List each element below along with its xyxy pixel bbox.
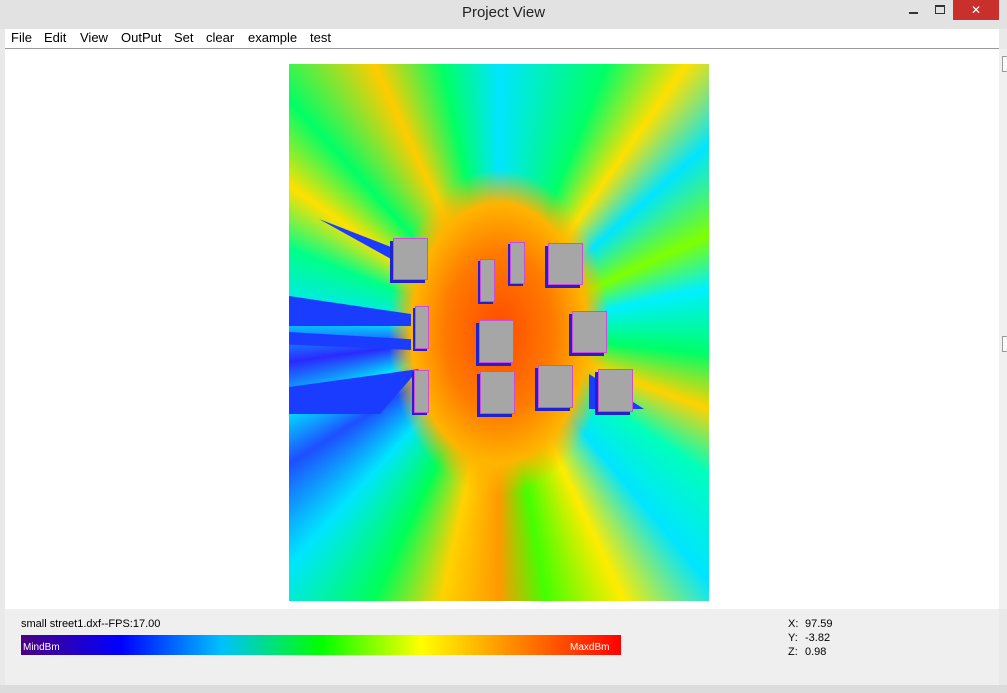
building[interactable] — [414, 370, 429, 413]
scroll-handle[interactable] — [1002, 56, 1007, 72]
maximize-icon — [935, 5, 945, 14]
building[interactable] — [548, 243, 583, 285]
shadow-region — [289, 332, 411, 350]
building[interactable] — [598, 369, 633, 412]
building[interactable] — [480, 259, 495, 302]
building[interactable] — [480, 371, 515, 414]
menu-output[interactable]: OutPut — [121, 30, 161, 45]
shadow-region — [289, 369, 419, 414]
close-button[interactable]: ✕ — [953, 0, 999, 20]
building[interactable] — [415, 306, 429, 349]
coord-x: X: 97.59 — [788, 618, 833, 630]
building[interactable] — [479, 320, 514, 363]
viewport-scroll-edge[interactable] — [999, 49, 1007, 609]
signal-colorbar — [21, 635, 621, 655]
coord-z-label: Z: — [788, 646, 798, 658]
coord-x-label: X: — [788, 618, 799, 630]
menu-view[interactable]: View — [80, 30, 108, 45]
coord-y-value: -3.82 — [805, 632, 831, 644]
menu-test[interactable]: test — [310, 30, 331, 45]
file-fps-status: small street1.dxf--FPS:17.00 — [21, 618, 161, 630]
close-icon: ✕ — [970, 3, 982, 17]
minimize-icon — [908, 12, 918, 14]
maximize-button[interactable] — [925, 0, 955, 20]
coord-x-value: 97.59 — [805, 618, 833, 630]
menu-set[interactable]: Set — [174, 30, 194, 45]
scroll-handle[interactable] — [1002, 336, 1007, 352]
colorbar-max-label: MaxdBm — [570, 642, 610, 653]
minimize-button[interactable] — [898, 0, 928, 20]
building[interactable] — [510, 242, 525, 284]
menu-edit[interactable]: Edit — [44, 30, 66, 45]
shadow-region — [289, 296, 411, 326]
building[interactable] — [572, 311, 607, 353]
menu-clear[interactable]: clear — [206, 30, 234, 45]
coord-y-label: Y: — [788, 632, 798, 644]
project-viewport[interactable] — [5, 49, 999, 609]
window-bottom-border — [0, 685, 1007, 693]
title-bar[interactable]: Project View ✕ — [0, 0, 1007, 29]
coord-z: Z: 0.98 — [788, 646, 826, 658]
building[interactable] — [393, 238, 428, 280]
menu-bar: File Edit View OutPut Set clear example … — [5, 29, 999, 49]
menu-example[interactable]: example — [248, 30, 297, 45]
window-title: Project View — [461, 4, 546, 21]
status-panel: small street1.dxf--FPS:17.00 MindBm Maxd… — [5, 609, 999, 685]
coord-z-value: 0.98 — [805, 646, 827, 658]
coord-y: Y: -3.82 — [788, 632, 830, 644]
colorbar-min-label: MindBm — [23, 642, 60, 653]
signal-heatmap[interactable] — [289, 64, 709, 601]
menu-file[interactable]: File — [11, 30, 32, 45]
building[interactable] — [538, 365, 573, 408]
